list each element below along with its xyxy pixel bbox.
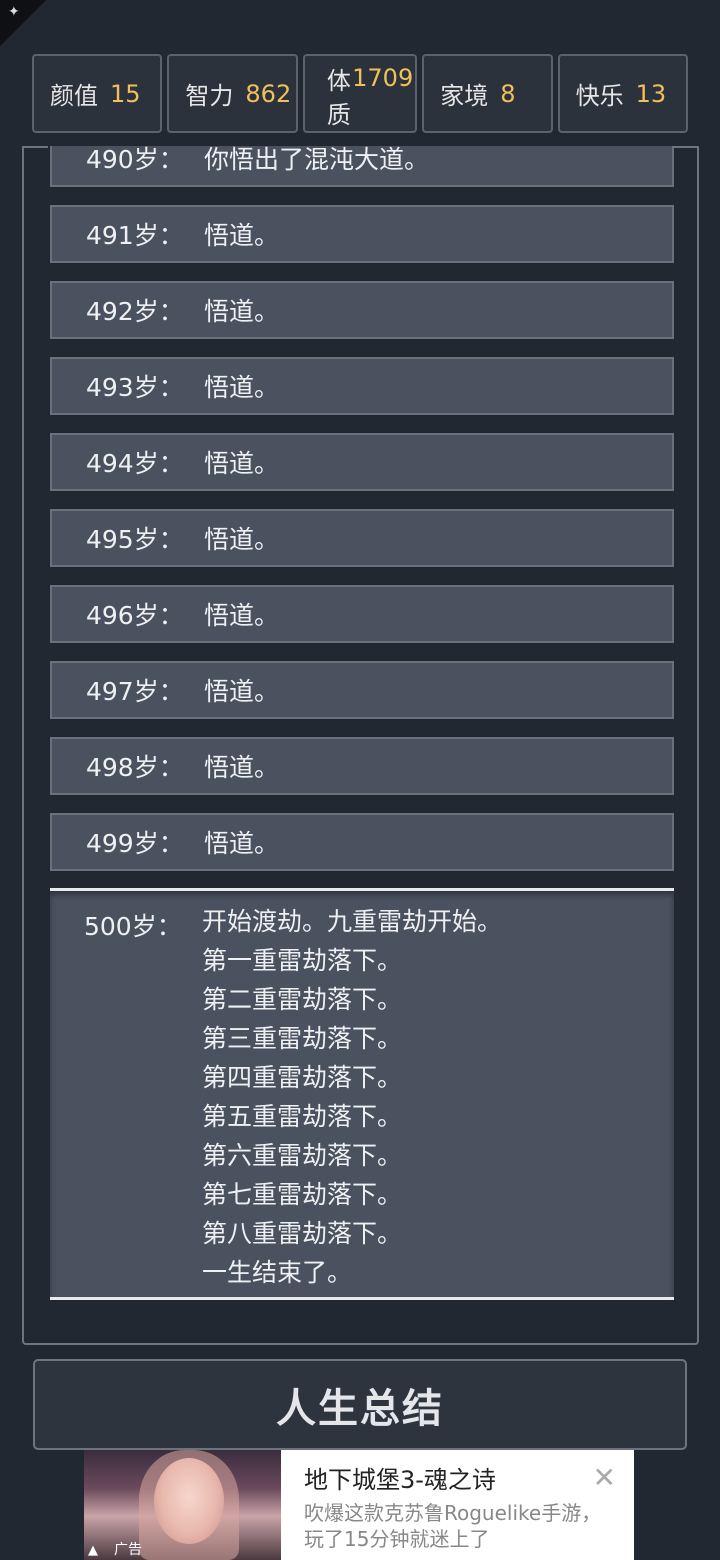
stat-intelligence: 智力 862 (167, 54, 298, 133)
stat-family: 家境 8 (422, 54, 553, 133)
corner-badge: ✦ (0, 0, 46, 46)
log-entry: 496岁： 悟道。 (50, 585, 674, 643)
log-age: 490岁： (86, 146, 184, 174)
stat-label: 家境 (440, 82, 489, 110)
log-line: 第八重雷劫落下。 (202, 1219, 403, 1248)
log-line: 第五重雷劫落下。 (202, 1102, 403, 1131)
log-entry: 493岁： 悟道。 (50, 357, 674, 415)
log-line: 第七重雷劫落下。 (202, 1180, 403, 1209)
stat-value: 862 (245, 79, 292, 108)
log-age: 498岁： (86, 753, 184, 782)
log-age: 496岁： (86, 601, 184, 630)
stat-label: 快乐 (575, 82, 624, 110)
log-lines: 开始渡劫。九重雷劫开始。 第一重雷劫落下。 第二重雷劫落下。 第三重雷劫落下。 … (202, 907, 502, 1297)
log-age: 493岁： (86, 373, 184, 402)
life-log[interactable]: 490岁： 你悟出了混沌大道。 491岁： 悟道。 492岁： 悟道。 493岁… (22, 146, 699, 1345)
log-text: 悟道。 (204, 753, 280, 782)
log-entry: 492岁： 悟道。 (50, 281, 674, 339)
ad-banner[interactable]: ▲ 广告 地下城堡3-魂之诗 吹爆这款克苏鲁Roguelike手游，玩了15分钟… (84, 1450, 634, 1560)
ad-label: 广告 (114, 1542, 142, 1558)
log-entry: 490岁： 你悟出了混沌大道。 (50, 146, 674, 187)
log-text: 悟道。 (204, 677, 280, 706)
log-age: 492岁： (86, 297, 184, 326)
log-line: 第二重雷劫落下。 (202, 985, 403, 1014)
stats-bar: 颜值 15 智力 862 体质 1709 家境 8 快乐 13 (32, 54, 689, 133)
ad-logo-icon: ▲ (88, 1543, 98, 1558)
ad-description[interactable]: 吹爆这款克苏鲁Roguelike手游，玩了15分钟就迷上了 (304, 1500, 604, 1552)
stat-value: 8 (500, 79, 516, 108)
log-text: 悟道。 (204, 221, 280, 250)
stat-label: 智力 (185, 82, 234, 110)
log-age: 494岁： (86, 449, 184, 478)
stat-label: 颜值 (50, 82, 98, 110)
log-line: 第三重雷劫落下。 (202, 1024, 403, 1053)
close-icon[interactable]: ✕ (593, 1464, 616, 1492)
log-line: 开始渡劫。九重雷劫开始。 (202, 907, 503, 936)
log-text: 悟道。 (204, 297, 280, 326)
log-entry-final: 500岁： 开始渡劫。九重雷劫开始。 第一重雷劫落下。 第二重雷劫落下。 第三重… (50, 888, 674, 1300)
log-age: 500岁： (84, 912, 182, 941)
life-summary-button[interactable]: 人生总结 (33, 1359, 687, 1450)
log-age: 491岁： (86, 221, 184, 250)
ad-thumbnail[interactable]: ▲ 广告 (84, 1450, 281, 1560)
log-line: 一生结束了。 (202, 1258, 353, 1287)
log-line: 第四重雷劫落下。 (202, 1063, 403, 1092)
stat-happiness: 快乐 13 (557, 54, 689, 133)
stat-appearance: 颜值 15 (32, 54, 163, 133)
log-text: 你悟出了混沌大道。 (204, 146, 430, 174)
stat-label: 体质 (326, 67, 351, 129)
log-entry: 497岁： 悟道。 (50, 661, 674, 719)
log-text: 悟道。 (204, 525, 280, 554)
log-age: 495岁： (86, 525, 184, 554)
log-text: 悟道。 (204, 829, 280, 858)
log-entry: 498岁： 悟道。 (50, 737, 674, 795)
ad-title[interactable]: 地下城堡3-魂之诗 (304, 1460, 496, 1495)
log-entry: 494岁： 悟道。 (50, 433, 674, 491)
stat-value: 1709 (352, 64, 414, 92)
log-entry: 499岁： 悟道。 (50, 813, 674, 871)
log-entry: 491岁： 悟道。 (50, 205, 674, 263)
log-text: 悟道。 (204, 601, 280, 630)
ad-image-face (154, 1458, 224, 1544)
stat-constitution: 体质 1709 (302, 54, 418, 133)
log-age: 499岁： (86, 829, 184, 858)
log-age: 497岁： (86, 677, 184, 706)
log-line: 第六重雷劫落下。 (202, 1141, 403, 1170)
stat-value: 15 (110, 79, 141, 108)
log-line: 第一重雷劫落下。 (202, 946, 403, 975)
log-text: 悟道。 (204, 373, 280, 402)
stat-value: 13 (635, 79, 667, 108)
bug-icon: ✦ (8, 4, 20, 20)
log-entry: 495岁： 悟道。 (50, 509, 674, 567)
log-text: 悟道。 (204, 449, 280, 478)
